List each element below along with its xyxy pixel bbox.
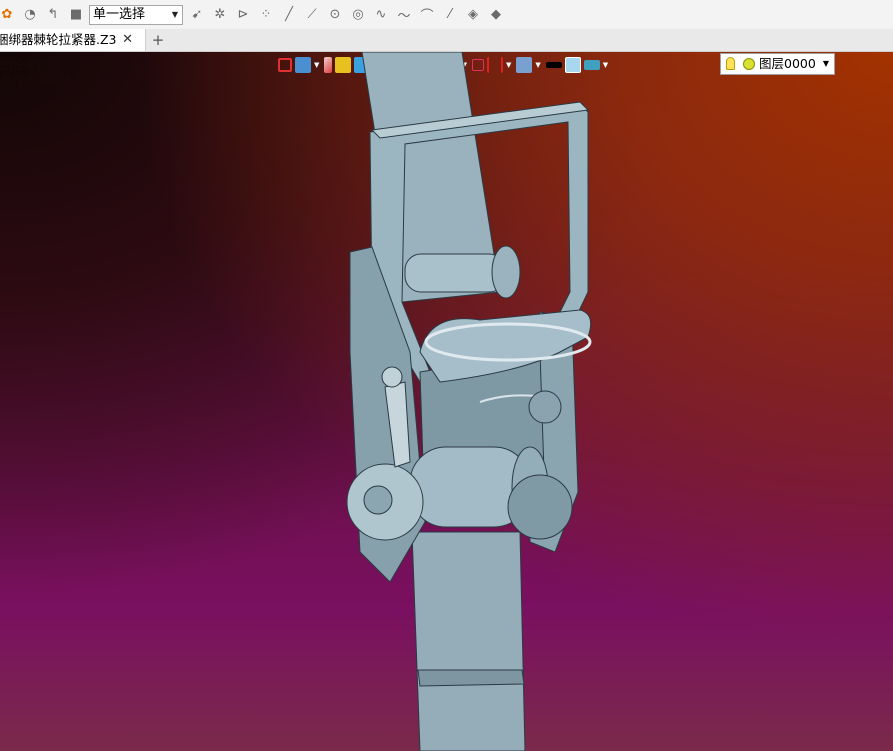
selection-filter-value: 单一选择 xyxy=(93,6,146,22)
spline-icon[interactable]: ∿ xyxy=(372,6,390,24)
strap-lower xyxy=(411,531,526,751)
selection-filter-dropdown[interactable]: 单一选择 ▼ xyxy=(89,4,183,25)
document-tabbar: 捆绑器棘轮拉紧器.Z3 ✕ + xyxy=(0,29,893,52)
surface-alt-icon[interactable]: ◆ xyxy=(487,6,505,24)
history-icon[interactable]: ◔ xyxy=(21,6,39,24)
ratchet-wheel-right xyxy=(507,474,573,540)
upper-roller-end xyxy=(491,245,521,299)
strap-lower-end xyxy=(417,669,525,687)
chevron-down-icon: ▼ xyxy=(171,9,178,19)
play-icon[interactable]: ⊳ xyxy=(234,6,252,24)
3d-viewport[interactable]: 图设模式键 需找系联阐述提示. ▼ ▼ ▼ ▼ ▼ ▼ ▼ ▼ 图层0000 ▼ xyxy=(0,52,893,751)
pivot-pin xyxy=(381,366,403,388)
ratchet-wheel-left-hub xyxy=(363,485,393,515)
gear-small xyxy=(528,390,562,424)
new-tab-button[interactable]: + xyxy=(150,29,166,51)
close-icon[interactable]: ✕ xyxy=(122,29,133,51)
app-logo-icon[interactable]: ✿ xyxy=(0,6,16,24)
circle-center-icon[interactable]: ◎ xyxy=(349,6,367,24)
line-segment-icon[interactable]: ⟋ xyxy=(303,6,321,24)
line-icon[interactable]: ╱ xyxy=(280,6,298,24)
circle-icon[interactable]: ⊙ xyxy=(326,6,344,24)
wave-icon[interactable]: 〜 xyxy=(395,6,413,24)
undo-curve-icon[interactable]: ↰ xyxy=(44,6,62,24)
stop-icon[interactable]: ■ xyxy=(67,6,85,24)
main-toolbar: ✿ ◔ ↰ ■ 单一选择 ▼ ➹ ✲ ⊳ ⁘ ╱ ⟋ ⊙ ◎ ∿ 〜 ⌒ ⁄ ◈… xyxy=(0,0,893,30)
slash-icon[interactable]: ⁄ xyxy=(441,6,459,24)
surface-icon[interactable]: ◈ xyxy=(464,6,482,24)
point-select-icon[interactable]: ✲ xyxy=(211,6,229,24)
arc-icon[interactable]: ⌒ xyxy=(418,6,436,24)
upper-roller xyxy=(404,253,506,293)
cursor-select-icon[interactable]: ➹ xyxy=(188,6,206,24)
tab-label: 捆绑器棘轮拉紧器.Z3 xyxy=(0,32,117,47)
ratchet-buckle-model[interactable] xyxy=(0,52,893,751)
tab-document[interactable]: 捆绑器棘轮拉紧器.Z3 ✕ xyxy=(0,29,146,51)
point-cloud-icon[interactable]: ⁘ xyxy=(257,6,275,24)
